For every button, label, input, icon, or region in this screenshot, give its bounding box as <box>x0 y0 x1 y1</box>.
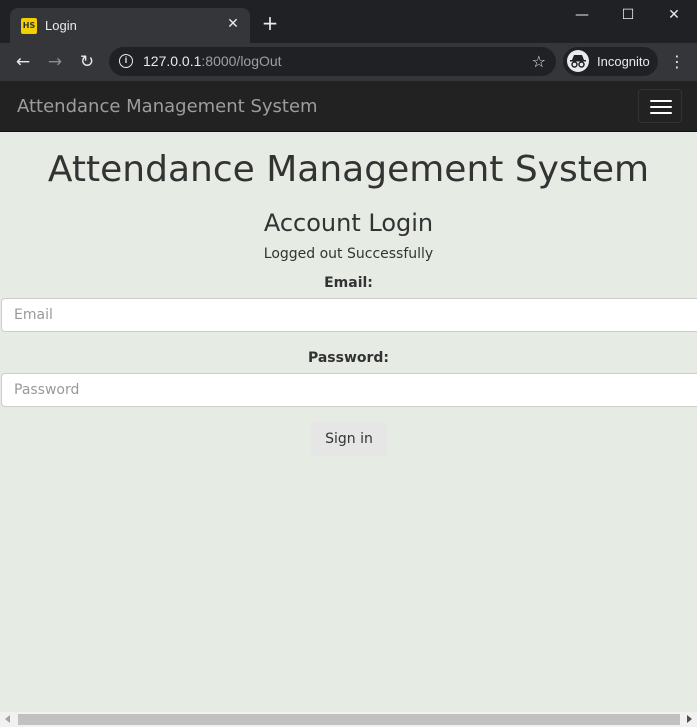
login-heading: Account Login <box>263 209 434 237</box>
url-path: :8000/logOut <box>201 53 282 69</box>
page-title: Attendance Management System <box>47 149 650 190</box>
kebab-menu-icon[interactable]: ⋮ <box>668 51 686 73</box>
info-icon[interactable]: i <box>119 54 133 68</box>
browser-tab[interactable]: HS Login ✕ <box>10 8 250 43</box>
incognito-badge[interactable]: Incognito <box>563 47 658 76</box>
browser-toolbar: ← → ↻ i 127.0.0.1:8000/logOut ☆ Incognit… <box>0 43 697 81</box>
hamburger-bar <box>650 106 672 108</box>
address-bar[interactable]: i 127.0.0.1:8000/logOut ☆ <box>109 47 556 76</box>
reload-icon[interactable]: ↻ <box>75 50 99 74</box>
password-label: Password: <box>307 350 390 366</box>
sign-in-button[interactable]: Sign in <box>311 422 387 456</box>
scroll-left-icon[interactable] <box>5 715 10 723</box>
url-host: 127.0.0.1 <box>143 53 202 69</box>
favicon-icon: HS <box>21 18 37 34</box>
maximize-icon[interactable]: ☐ <box>605 4 651 26</box>
password-field[interactable] <box>1 373 697 407</box>
page-viewport: Attendance Management System Attendance … <box>0 81 697 727</box>
incognito-label: Incognito <box>597 54 650 69</box>
browser-titlebar: HS Login ✕ + — ☐ ✕ <box>0 0 697 43</box>
status-message: Logged out Successfully <box>263 246 434 262</box>
window-close-icon[interactable]: ✕ <box>651 4 697 26</box>
email-label: Email: <box>324 275 373 291</box>
new-tab-icon[interactable]: + <box>260 13 280 33</box>
hamburger-bar <box>650 112 672 114</box>
incognito-icon <box>567 50 589 72</box>
minimize-icon[interactable]: — <box>559 4 605 26</box>
hamburger-bar <box>650 100 672 102</box>
tab-title: Login <box>45 18 77 33</box>
close-tab-icon[interactable]: ✕ <box>224 15 242 33</box>
hamburger-icon[interactable] <box>638 89 682 123</box>
horizontal-scrollbar[interactable] <box>0 712 697 727</box>
site-navbar: Attendance Management System <box>0 81 697 132</box>
url-text[interactable]: 127.0.0.1:8000/logOut <box>143 53 282 69</box>
back-icon[interactable]: ← <box>11 50 35 74</box>
email-field[interactable] <box>1 298 697 332</box>
star-icon[interactable]: ☆ <box>532 52 546 71</box>
scroll-right-icon[interactable] <box>687 715 692 723</box>
navbar-brand[interactable]: Attendance Management System <box>17 96 318 117</box>
forward-icon[interactable]: → <box>43 50 67 74</box>
scrollbar-thumb[interactable] <box>18 714 680 725</box>
